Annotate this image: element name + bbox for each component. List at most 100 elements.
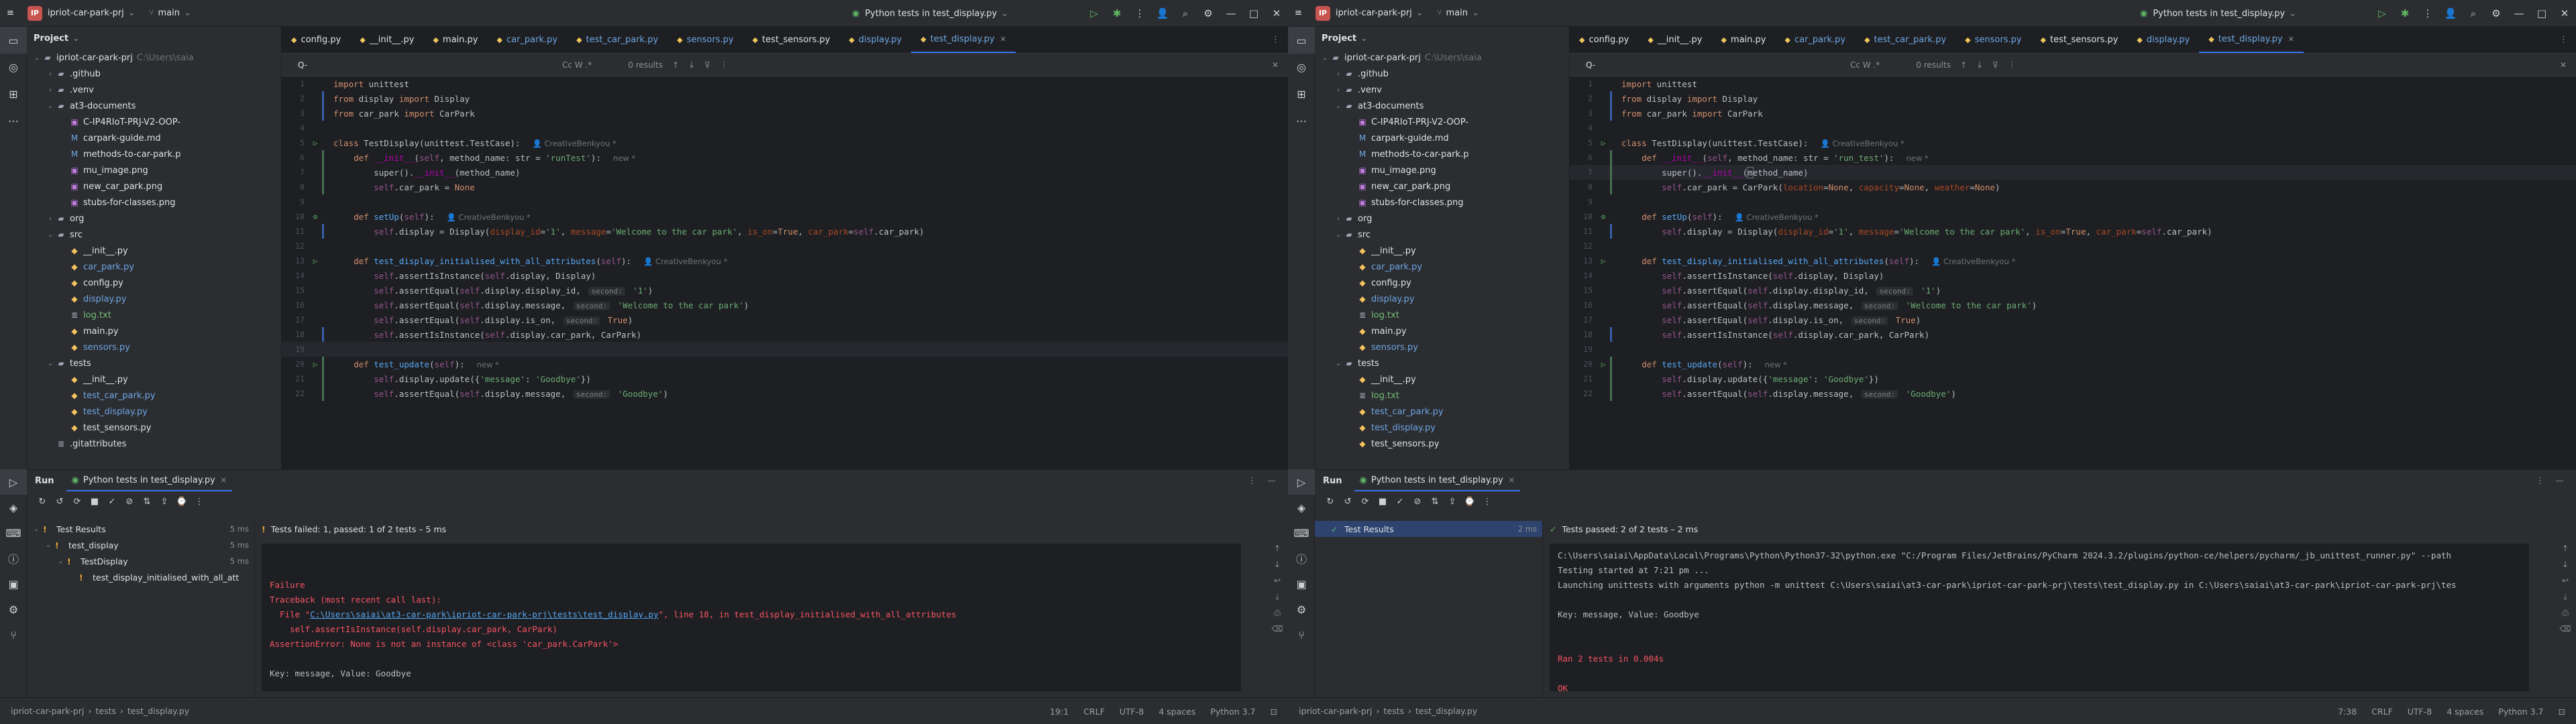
project-tree-item[interactable]: ◆ display.py	[1315, 291, 1569, 307]
soft-wrap-icon[interactable]: ↩	[2559, 576, 2572, 592]
project-tree-item[interactable]: ≣ .gitattributes	[27, 436, 281, 452]
project-tree-item[interactable]: ≣ log.txt	[27, 307, 281, 323]
debug-button[interactable]: ✱	[1106, 0, 1128, 27]
code-line[interactable]: 18 self.assertIsInstance(self.display.ca…	[1570, 327, 2576, 342]
expand-chevron-icon[interactable]: ⌄	[1320, 54, 1330, 62]
rerun-failed-button[interactable]: ↺	[51, 497, 68, 507]
close-tab-icon[interactable]: ✕	[1000, 35, 1006, 44]
python-console-button[interactable]: ⌨	[0, 520, 27, 546]
project-tool-button[interactable]: ▭	[0, 27, 27, 54]
code-line[interactable]: 13 ▷ def test_display_initialised_with_al…	[282, 253, 1288, 268]
indent-setting[interactable]: 4 spaces	[1159, 707, 1195, 717]
editor-tab[interactable]: ◆ config.py	[282, 26, 350, 53]
editor-tab[interactable]: ◆ main.py	[423, 26, 487, 53]
code-line[interactable]: 8 self.car_park = None	[282, 180, 1288, 194]
project-tree-item[interactable]: ◆ main.py	[27, 323, 281, 339]
commit-tool-button[interactable]: ◎	[1288, 54, 1315, 80]
project-panel-header[interactable]: Project ⌄	[27, 27, 281, 50]
run-button[interactable]: ▷	[1083, 0, 1106, 27]
project-tree-item[interactable]: ◆ __init__.py	[27, 243, 281, 259]
editor-tab[interactable]: ◆ test_sensors.py	[2031, 26, 2128, 53]
project-tree-item[interactable]: ▣ stubs-for-classes.png	[27, 194, 281, 210]
more-icon[interactable]: ⋮	[2536, 476, 2544, 486]
project-tree-item[interactable]: ⌄ ▰ at3-documents	[27, 98, 281, 114]
branch-switcher[interactable]: ⑂ main ⌄	[142, 0, 198, 27]
expand-chevron-icon[interactable]: ›	[46, 86, 55, 94]
project-tree-item[interactable]: ◆ car_park.py	[27, 259, 281, 275]
expand-chevron-icon[interactable]: ⌄	[34, 526, 43, 533]
expand-chevron-icon[interactable]: ›	[1334, 86, 1343, 94]
python-interpreter[interactable]: Python 3.7	[1210, 707, 1255, 717]
project-tree-item[interactable]: ▣ new_car_park.png	[1315, 178, 1569, 194]
editor-tab[interactable]: ◆ test_display.py ✕	[2199, 26, 2304, 53]
editor-tab[interactable]: ◆ sensors.py	[1955, 26, 2031, 53]
project-tree-item[interactable]: ◆ test_car_park.py	[27, 387, 281, 404]
code-line[interactable]: 1 import unittest	[282, 76, 1288, 91]
commit-tool-button[interactable]: ◎	[0, 54, 27, 80]
code-line[interactable]: 17 self.assertEqual(self.display.is_on, …	[282, 312, 1288, 327]
filter-icon[interactable]: ⊽	[704, 60, 710, 70]
stop-button[interactable]: ■	[1374, 497, 1391, 507]
project-tree-item[interactable]: ◆ test_sensors.py	[1315, 436, 1569, 452]
project-tree-item[interactable]: › ▰ org	[27, 210, 281, 227]
expand-chevron-icon[interactable]: ⌄	[46, 103, 55, 110]
project-tree-item[interactable]: Mcarpark-guide.md	[1315, 130, 1569, 146]
code-line[interactable]: 6 def __init__(self, method_name: str = …	[1570, 150, 2576, 165]
minimize-icon[interactable]: —	[2555, 476, 2564, 486]
find-input[interactable]: Q-	[1586, 60, 1841, 70]
filter-icon[interactable]: ⊽	[1992, 60, 1998, 70]
import-tests-button[interactable]: ⇪	[1444, 497, 1461, 507]
show-ignored-button[interactable]: ⊘	[121, 497, 138, 507]
run-tool-button[interactable]: ▷	[1288, 469, 1315, 495]
tab-actions-button[interactable]: ⋮	[2551, 26, 2576, 53]
project-tool-button[interactable]: ▭	[1288, 27, 1315, 54]
breadcrumb-item[interactable]: test_display.py	[127, 706, 189, 716]
scroll-down-icon[interactable]: ↓	[1271, 560, 1284, 576]
account-button[interactable]: 👤	[2439, 0, 2462, 27]
project-tree-item[interactable]: ◆ __init__.py	[1315, 371, 1569, 387]
run-configuration-selector[interactable]: ◉ Python tests in test_display.py ⌄	[845, 4, 1015, 23]
file-encoding[interactable]: UTF-8	[1120, 707, 1144, 717]
editor-tab[interactable]: ◆ display.py	[2127, 26, 2199, 53]
project-tree-item[interactable]: ◆ config.py	[1315, 275, 1569, 291]
project-tree-item[interactable]: ▣ C-IP4RIoT-PRJ-V2-OOP-	[27, 114, 281, 130]
breadcrumb-item[interactable]: tests	[1384, 706, 1405, 716]
account-button[interactable]: 👤	[1151, 0, 1174, 27]
editor-tab[interactable]: ◆ test_sensors.py	[743, 26, 840, 53]
code-line[interactable]: 2 from display import Display	[1570, 91, 2576, 106]
code-editor[interactable]: 1 import unittest 2 from display import Dis…	[282, 76, 1288, 469]
rerun-button[interactable]: ↻	[34, 497, 51, 507]
project-tree-item[interactable]: Mmethods-to-car-park.p	[1315, 146, 1569, 162]
python-console-button[interactable]: ⌨	[1288, 520, 1315, 546]
git-button[interactable]: ⑂	[0, 622, 27, 648]
project-panel-header[interactable]: Project ⌄	[1315, 27, 1569, 50]
code-line[interactable]: 3 from car_park import CarPark	[282, 106, 1288, 121]
run-tab[interactable]: ◉ Python tests in test_display.py ✕	[66, 470, 232, 491]
scroll-up-icon[interactable]: ↑	[1271, 544, 1284, 560]
caret-position[interactable]: 7:38	[2338, 707, 2357, 717]
next-occurrence-button[interactable]: ↓	[688, 60, 695, 70]
run-tab[interactable]: ◉ Python tests in test_display.py ✕	[1354, 470, 1520, 491]
project-tree-item[interactable]: ⌄ ▰ tests	[27, 355, 281, 371]
find-input[interactable]: Q-	[298, 60, 553, 70]
terminal-button[interactable]: ▣	[1288, 571, 1315, 597]
project-tree-item[interactable]: ◆ sensors.py	[1315, 339, 1569, 355]
run-tool-button[interactable]: ▷	[0, 469, 27, 495]
python-interpreter[interactable]: Python 3.7	[2498, 707, 2543, 717]
more-actions-button[interactable]: ⋮	[1128, 0, 1151, 27]
python-packages-button[interactable]: ◈	[0, 495, 27, 520]
more-tools-button[interactable]: ⋯	[1288, 107, 1315, 134]
python-packages-button[interactable]: ◈	[1288, 495, 1315, 520]
code-line[interactable]: 9	[282, 194, 1288, 209]
run-test-gutter-icon[interactable]: ▷	[1597, 360, 1610, 369]
code-line[interactable]: 22 self.assertEqual(self.display.message…	[282, 386, 1288, 401]
project-tree-item[interactable]: › ▰ .venv	[1315, 82, 1569, 98]
print-icon[interactable]: ⎙	[1271, 608, 1284, 624]
editor-tab[interactable]: ◆ display.py	[839, 26, 911, 53]
clear-icon[interactable]: ⌫	[2559, 624, 2572, 640]
line-separator[interactable]: CRLF	[2371, 707, 2393, 717]
sort-button[interactable]: ⇅	[138, 497, 156, 507]
project-tree-item[interactable]: › ▰ .github	[1315, 66, 1569, 82]
test-result-item[interactable]: ⌄! test_display 5 ms	[27, 537, 254, 553]
more-tools-button[interactable]: ⋯	[0, 107, 27, 134]
